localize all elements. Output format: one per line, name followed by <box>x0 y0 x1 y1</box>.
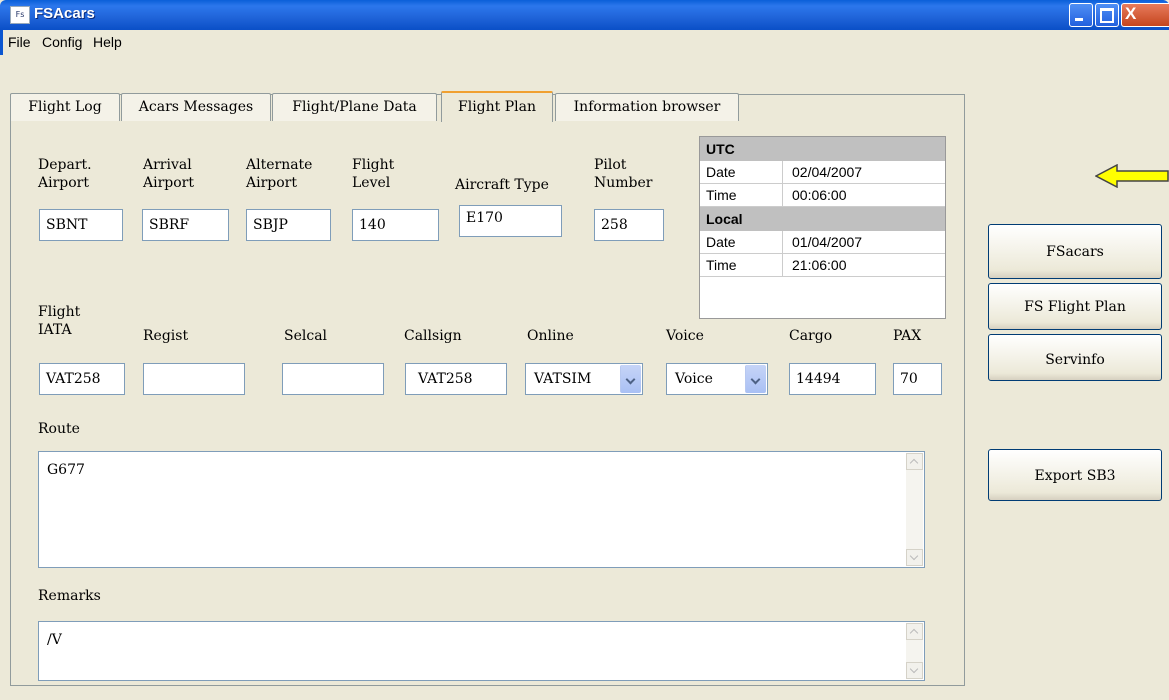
tab-acars-messages[interactable]: Acars Messages <box>121 93 271 121</box>
online-select[interactable]: VATSIM <box>525 363 643 395</box>
scroll-up-icon[interactable] <box>906 623 923 640</box>
callsign-input[interactable]: VAT258 <box>405 363 507 395</box>
menu-file[interactable]: File <box>8 34 31 50</box>
route-textarea[interactable]: G677 <box>38 451 925 568</box>
window-title: FSAcars <box>34 5 95 22</box>
yellow-arrow-icon <box>1095 164 1169 188</box>
menu-bar <box>0 30 1169 55</box>
route-text: G677 <box>47 462 85 478</box>
depart-airport-input[interactable]: SBNT <box>39 209 123 241</box>
voice-select-value: Voice <box>675 371 713 387</box>
regist-label: Regist <box>143 328 189 344</box>
route-scrollbar[interactable] <box>906 453 923 566</box>
time-info-box: UTC Date 02/04/2007 Time 00:06:00 Local … <box>699 136 946 319</box>
online-label: Online <box>527 328 574 344</box>
fsacars-app-icon[interactable]: Fs <box>10 6 30 24</box>
utc-date-label: Date <box>706 164 736 180</box>
local-date-value: 01/04/2007 <box>792 234 863 250</box>
local-time-value: 21:06:00 <box>792 257 847 273</box>
voice-label: Voice <box>666 328 704 344</box>
scroll-down-icon[interactable] <box>906 549 923 566</box>
utc-date-value: 02/04/2007 <box>792 164 863 180</box>
local-header: Local <box>700 207 945 231</box>
remarks-scrollbar[interactable] <box>906 623 923 679</box>
fsacars-button[interactable]: FSacars <box>988 224 1162 279</box>
local-date-label: Date <box>706 234 736 250</box>
tab-flight-log[interactable]: Flight Log <box>10 93 120 121</box>
callsign-label: Callsign <box>404 328 462 344</box>
minimize-button[interactable] <box>1069 3 1093 27</box>
fs-flight-plan-button[interactable]: FS Flight Plan <box>988 283 1162 330</box>
selcal-input[interactable] <box>282 363 384 395</box>
cargo-label: Cargo <box>789 328 833 344</box>
utc-header: UTC <box>700 137 945 161</box>
arrival-airport-label: Arrival Airport <box>143 157 194 191</box>
flight-iata-input[interactable]: VAT258 <box>39 363 125 395</box>
chevron-down-icon[interactable] <box>745 365 766 393</box>
remarks-text: /V <box>47 632 62 648</box>
utc-time-label: Time <box>706 187 737 203</box>
flight-level-label: Flight Level <box>352 157 395 191</box>
alternate-airport-input[interactable]: SBJP <box>246 209 331 241</box>
remarks-textarea[interactable]: /V <box>38 621 925 681</box>
online-select-value: VATSIM <box>534 371 592 387</box>
pilot-number-label: Pilot Number <box>594 157 653 191</box>
selcal-label: Selcal <box>284 328 328 344</box>
arrival-airport-input[interactable]: SBRF <box>142 209 229 241</box>
aircraft-type-input[interactable]: E170 <box>459 205 562 237</box>
cargo-input[interactable]: 14494 <box>789 363 876 395</box>
scroll-down-icon[interactable] <box>906 662 923 679</box>
flight-iata-label: Flight IATA <box>38 304 81 338</box>
chevron-down-icon[interactable] <box>620 365 641 393</box>
maximize-button[interactable] <box>1095 3 1119 27</box>
pax-input[interactable]: 70 <box>893 363 942 395</box>
menu-config[interactable]: Config <box>42 34 82 50</box>
scroll-up-icon[interactable] <box>906 453 923 470</box>
aircraft-type-label: Aircraft Type <box>455 177 549 193</box>
export-sb3-button[interactable]: Export SB3 <box>988 449 1162 501</box>
title-bar[interactable] <box>0 0 1169 30</box>
tab-flight-plane-data[interactable]: Flight/Plane Data <box>272 93 437 121</box>
depart-airport-label: Depart. Airport <box>38 157 92 191</box>
close-button[interactable] <box>1121 3 1169 27</box>
tab-flight-plan[interactable]: Flight Plan <box>441 91 553 122</box>
tab-information-browser[interactable]: Information browser <box>555 93 739 121</box>
regist-input[interactable] <box>143 363 245 395</box>
menu-help[interactable]: Help <box>93 34 122 50</box>
flight-level-input[interactable]: 140 <box>352 209 439 241</box>
servinfo-button[interactable]: Servinfo <box>988 334 1162 381</box>
remarks-label: Remarks <box>38 588 101 604</box>
route-label: Route <box>38 421 80 437</box>
pax-label: PAX <box>893 328 922 344</box>
utc-time-value: 00:06:00 <box>792 187 847 203</box>
alternate-airport-label: Alternate Airport <box>246 157 313 191</box>
pilot-number-input[interactable]: 258 <box>594 209 664 241</box>
local-time-label: Time <box>706 257 737 273</box>
voice-select[interactable]: Voice <box>666 363 768 395</box>
